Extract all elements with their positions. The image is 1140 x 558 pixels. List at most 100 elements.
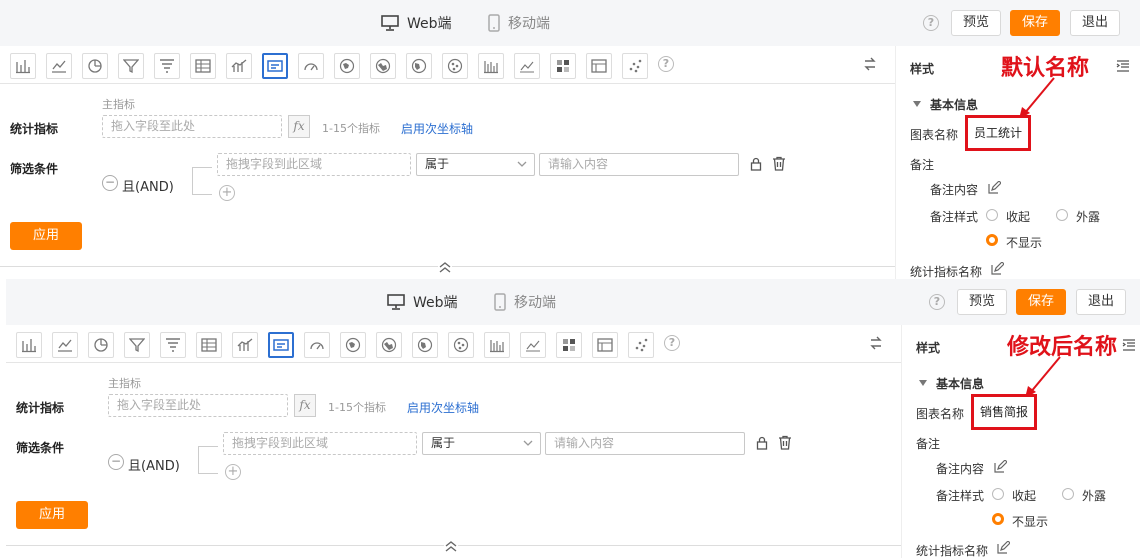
help-icon[interactable]: ? (923, 15, 939, 31)
remark-content-label: 备注内容 (930, 183, 979, 197)
chart-type-area-chart[interactable] (520, 332, 546, 358)
filter-value-input[interactable]: 请输入内容 (545, 432, 745, 455)
top-bar: Web端 移动端 ? 预览 保存 退出 (6, 279, 1140, 325)
swap-icon[interactable] (868, 335, 884, 351)
section-collapse-icon[interactable] (919, 380, 927, 386)
collapse-panel-icon[interactable] (1116, 60, 1129, 72)
radio-expose[interactable] (1062, 488, 1074, 500)
chart-type-line-chart[interactable] (52, 332, 78, 358)
trash-icon[interactable] (772, 156, 786, 171)
chart-type-heatmap[interactable] (556, 332, 582, 358)
chart-name-label: 图表名称 (910, 128, 959, 142)
chart-type-pie-chart[interactable] (82, 53, 108, 79)
preview-button[interactable]: 预览 (957, 289, 1008, 315)
remove-condition-icon[interactable]: − (108, 454, 124, 470)
chart-type-world-map[interactable] (406, 53, 432, 79)
preview-button[interactable]: 预览 (951, 10, 1002, 36)
apply-button[interactable]: 应用 (10, 222, 82, 250)
filter-field-drop-zone[interactable]: 拖拽字段到此区域 (223, 432, 417, 455)
edit-metric-name-icon[interactable] (991, 262, 1004, 275)
section-collapse-icon[interactable] (913, 101, 921, 107)
chart-help-icon[interactable]: ? (658, 56, 674, 72)
sidebar-title: 样式 (916, 341, 941, 355)
metric-range-hint: 1-15个指标 (322, 122, 380, 135)
chart-name-input[interactable]: 销售简报 (971, 394, 1037, 430)
chart-help-icon[interactable]: ? (664, 335, 680, 351)
formula-fx-button[interactable]: fx (294, 394, 316, 417)
radio-collapse[interactable] (992, 488, 1004, 500)
chart-type-scatter-map[interactable] (448, 332, 474, 358)
chart-type-detail-table[interactable] (592, 332, 618, 358)
chart-type-china-map[interactable] (334, 53, 360, 79)
metric-drop-zone[interactable]: 拖入字段至此处 (108, 394, 288, 417)
chart-type-area-chart[interactable] (514, 53, 540, 79)
apply-button[interactable]: 应用 (16, 501, 88, 529)
tab-web[interactable]: Web端 (381, 13, 452, 33)
chart-type-pie-chart[interactable] (88, 332, 114, 358)
mobile-phone-icon (488, 14, 500, 32)
chart-type-column-chart[interactable] (484, 332, 510, 358)
chart-type-column-chart[interactable] (478, 53, 504, 79)
operator-select[interactable]: 属于 (416, 153, 535, 176)
funnel-alt-icon (166, 338, 180, 352)
formula-fx-button[interactable]: fx (288, 115, 310, 138)
tab-mobile[interactable]: 移动端 (488, 13, 550, 33)
add-condition-icon[interactable]: + (219, 185, 235, 201)
chart-type-heatmap[interactable] (550, 53, 576, 79)
chart-type-table[interactable] (190, 53, 216, 79)
filter-field-drop-zone[interactable]: 拖拽字段到此区域 (217, 153, 411, 176)
secondary-axis-link[interactable]: 启用次坐标轴 (407, 399, 479, 416)
chart-type-scatter[interactable] (628, 332, 654, 358)
save-button[interactable]: 保存 (1010, 10, 1061, 36)
radio-collapse[interactable] (986, 209, 998, 221)
tab-web[interactable]: Web端 (387, 292, 458, 312)
edit-remark-icon[interactable] (994, 460, 1007, 473)
swap-icon[interactable] (862, 56, 878, 72)
lock-icon[interactable] (750, 157, 762, 171)
chart-type-funnel[interactable] (118, 53, 144, 79)
double-chevron-up-icon[interactable] (444, 540, 458, 552)
chart-type-indicator-card[interactable] (268, 332, 294, 358)
trash-icon[interactable] (778, 435, 792, 450)
chart-type-globe-map[interactable] (376, 332, 402, 358)
radio-expose[interactable] (1056, 209, 1068, 221)
chart-type-combo-chart[interactable] (232, 332, 258, 358)
chart-type-china-map[interactable] (340, 332, 366, 358)
chart-type-indicator-card[interactable] (262, 53, 288, 79)
chart-type-gauge[interactable] (298, 53, 324, 79)
collapse-panel-icon[interactable] (1122, 339, 1135, 351)
chart-type-bar-chart[interactable] (10, 53, 36, 79)
operator-select[interactable]: 属于 (422, 432, 541, 455)
add-condition-icon[interactable]: + (225, 464, 241, 480)
save-button[interactable]: 保存 (1016, 289, 1067, 315)
chart-name-input[interactable]: 员工统计 (965, 115, 1031, 151)
exit-button[interactable]: 退出 (1076, 289, 1127, 315)
chart-type-gauge[interactable] (304, 332, 330, 358)
filter-value-input[interactable]: 请输入内容 (539, 153, 739, 176)
chart-type-table[interactable] (196, 332, 222, 358)
lock-icon[interactable] (756, 436, 768, 450)
chart-type-funnel[interactable] (124, 332, 150, 358)
metric-drop-zone[interactable]: 拖入字段至此处 (102, 115, 282, 138)
chart-type-combo-chart[interactable] (226, 53, 252, 79)
edit-remark-icon[interactable] (988, 181, 1001, 194)
secondary-axis-link[interactable]: 启用次坐标轴 (401, 120, 473, 137)
chart-type-line-chart[interactable] (46, 53, 72, 79)
chart-type-detail-table[interactable] (586, 53, 612, 79)
remove-condition-icon[interactable]: − (102, 175, 118, 191)
metric-range-hint: 1-15个指标 (328, 401, 386, 414)
chart-type-globe-map[interactable] (370, 53, 396, 79)
radio-hide[interactable] (992, 513, 1004, 525)
chart-type-bar-chart[interactable] (16, 332, 42, 358)
chart-type-funnel-alt[interactable] (160, 332, 186, 358)
help-icon[interactable]: ? (929, 294, 945, 310)
chart-type-world-map[interactable] (412, 332, 438, 358)
double-chevron-up-icon[interactable] (438, 261, 452, 273)
radio-hide[interactable] (986, 234, 998, 246)
chart-type-scatter[interactable] (622, 53, 648, 79)
chart-type-funnel-alt[interactable] (154, 53, 180, 79)
tab-mobile[interactable]: 移动端 (494, 292, 556, 312)
exit-button[interactable]: 退出 (1070, 10, 1121, 36)
edit-metric-name-icon[interactable] (997, 541, 1010, 554)
chart-type-scatter-map[interactable] (442, 53, 468, 79)
